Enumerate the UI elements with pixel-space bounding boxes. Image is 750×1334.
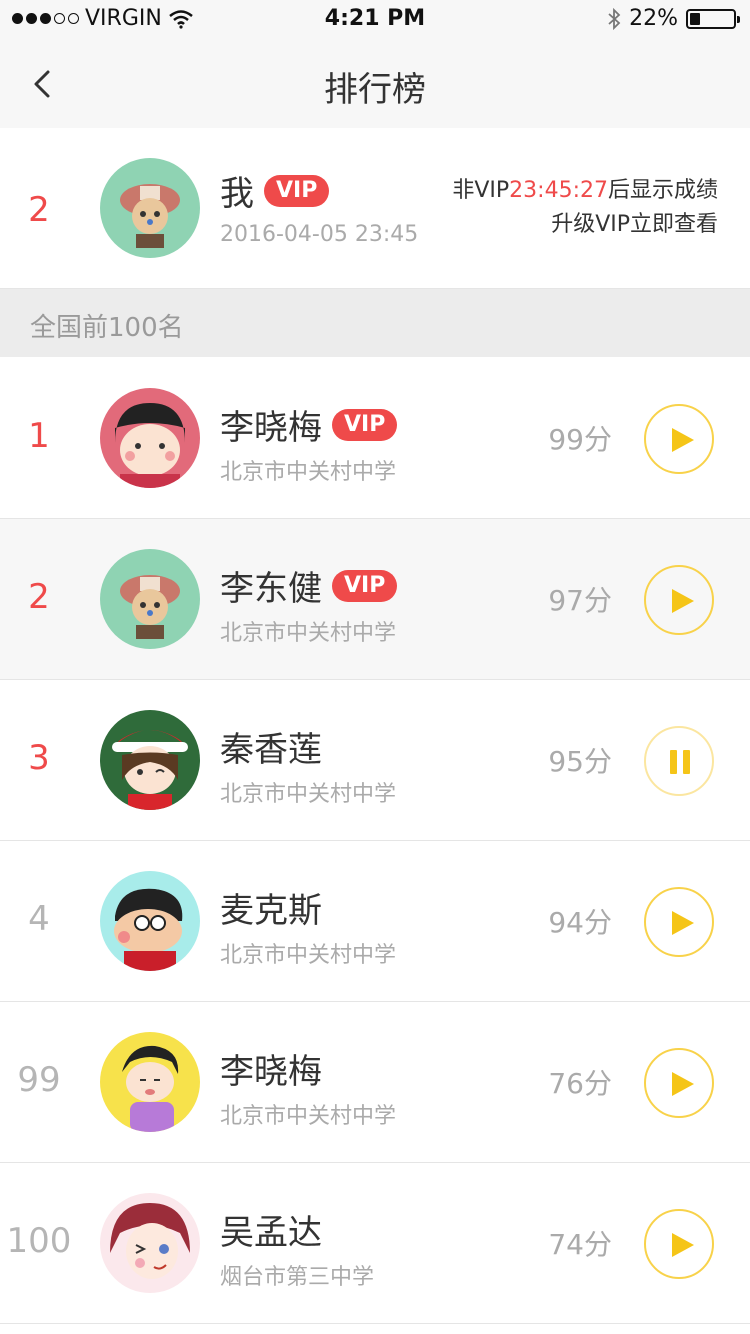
my-rank: 2 [28,190,50,230]
row-name-text: 李晓梅 [220,1052,322,1092]
row-score: 74分 [548,1228,612,1261]
row-name-text: 秦香莲 [220,730,322,770]
play-icon [672,589,694,613]
ranking-row[interactable]: 4 麦克斯 北京市中关村中学 94分 [0,841,750,1002]
row-rank: 4 [28,899,50,939]
pause-button[interactable] [644,726,714,796]
ranking-row[interactable]: 2 李东健 VIP 北京市中关村中学 97分 [0,519,750,680]
row-school: 北京市中关村中学 [220,621,397,646]
row-name: 秦香莲 [220,722,322,771]
row-score: 99分 [548,423,612,456]
row-school: 北京市中关村中学 [220,782,397,807]
play-icon [672,1233,694,1257]
my-rank-card: 2 我 VIP 2016-04-05 23:45 非VIP23:45:27后显示… [0,128,750,289]
row-name: 李晓梅 VIP [220,400,398,449]
row-name: 李晓梅 [220,1044,322,1093]
ranking-row[interactable]: 100 吴孟达 烟台市第三中学 74分 [0,1163,750,1324]
pause-icon [670,750,677,774]
ranking-row[interactable]: 3 秦香莲 北京市中关村中学 95分 [0,680,750,841]
vip-notice-prefix: 非VIP [452,178,510,203]
vip-badge: VIP [332,569,398,602]
status-right: 22% [607,6,740,31]
page-title: 排行榜 [324,70,426,110]
row-name-text: 吴孟达 [220,1213,322,1253]
row-name: 李东健 VIP [220,561,398,610]
section-title: 全国前100名 [30,313,184,343]
upgrade-vip-link[interactable]: 升级VIP立即查看 [452,208,718,242]
vip-badge: VIP [332,408,398,441]
row-rank: 3 [28,738,50,778]
play-icon [672,911,694,935]
avatar [100,388,200,488]
row-school: 北京市中关村中学 [220,943,397,968]
my-name-text: 我 [220,174,254,214]
row-rank: 2 [28,577,50,617]
row-name-text: 李晓梅 [220,408,322,448]
play-button[interactable] [644,565,714,635]
avatar [100,549,200,649]
avatar [100,710,200,810]
row-school: 北京市中关村中学 [220,1104,397,1129]
avatar [100,871,200,971]
play-icon [672,1072,694,1096]
row-score: 95分 [548,745,612,778]
row-rank: 1 [28,416,50,456]
play-button[interactable] [644,1209,714,1279]
my-avatar [100,158,200,258]
my-date: 2016-04-05 23:45 [220,222,419,247]
vip-badge: VIP [264,174,330,207]
row-rank: 100 [6,1221,72,1261]
ranking-row[interactable]: 99 李晓梅 北京市中关村中学 76分 [0,1002,750,1163]
row-score: 76分 [548,1067,612,1100]
vip-notice: 非VIP23:45:27后显示成绩 升级VIP立即查看 [452,174,718,242]
row-name-text: 李东健 [220,569,322,609]
avatar [100,1032,200,1132]
battery-icon [686,8,740,29]
countdown-timer: 23:45:27 [509,178,608,203]
status-bar: VIRGIN 4:21 PM 22% [0,0,750,40]
nav-bar: 排行榜 [0,40,750,128]
row-name: 麦克斯 [220,883,322,932]
row-score: 94分 [548,906,612,939]
row-score: 97分 [548,584,612,617]
row-rank: 99 [17,1060,61,1100]
play-button[interactable] [644,1048,714,1118]
play-icon [672,428,694,452]
vip-notice-suffix: 后显示成绩 [607,178,718,203]
row-school: 烟台市第三中学 [220,1265,375,1290]
battery-percent: 22% [629,6,678,31]
row-school: 北京市中关村中学 [220,460,397,485]
row-name-text: 麦克斯 [220,891,322,931]
play-button[interactable] [644,404,714,474]
row-name: 吴孟达 [220,1205,322,1254]
bluetooth-icon [608,7,621,30]
pause-icon [683,750,690,774]
avatar [100,1193,200,1293]
ranking-row[interactable]: 1 李晓梅 VIP 北京市中关村中学 99分 [0,358,750,519]
play-button[interactable] [644,887,714,957]
my-name: 我 VIP [220,166,330,215]
section-header: 全国前100名 [0,289,750,357]
